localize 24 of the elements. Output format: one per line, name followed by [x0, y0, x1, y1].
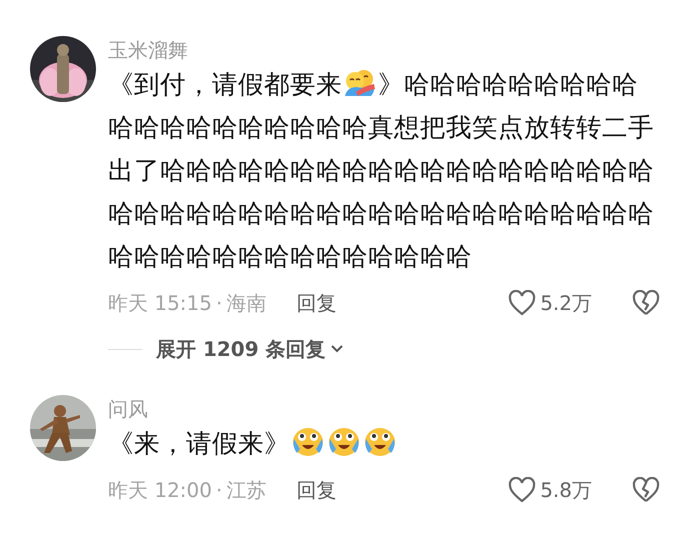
laughing-crying-emoji-icon: [290, 427, 326, 457]
like-count: 5.8万: [540, 477, 592, 504]
comment-timestamp: 昨天 15:15: [108, 290, 212, 317]
heart-icon[interactable]: [508, 477, 536, 503]
comment-location: 海南: [226, 290, 266, 317]
comment-text: 哈哈哈哈哈哈哈哈哈哈真想把我笑点放转转二手出了哈哈哈哈哈哈哈哈哈哈哈哈哈哈哈哈哈哈哈哈哈哈哈哈哈哈哈哈哈哈哈哈哈哈哈哈哈哈哈哈哈哈哈哈哈哈哈哈哈哈哈哈哈哈: [108, 113, 654, 272]
reply-button[interactable]: 回复: [296, 288, 336, 318]
heart-icon[interactable]: [508, 290, 536, 316]
reply-button[interactable]: 回复: [296, 475, 336, 505]
expand-replies-button[interactable]: 展开 1209 条回复: [156, 334, 344, 364]
like-count: 5.2万: [540, 290, 592, 317]
broken-heart-icon[interactable]: [632, 477, 660, 503]
comment-text: 《到付，请假都要来: [108, 70, 342, 100]
comment-location: 江苏: [226, 477, 266, 504]
laughing-crying-emoji-icon: [326, 427, 362, 457]
comment-text: 《来，请假来》: [108, 429, 290, 459]
comment-text: 》哈哈哈哈哈哈哈哈哈: [378, 70, 638, 100]
laughing-crying-emoji-icon: [362, 427, 398, 457]
chevron-down-icon: [330, 344, 344, 354]
comment-timestamp: 昨天 12:00: [108, 477, 212, 504]
separator-dot: ·: [216, 290, 222, 317]
hug-emoji-icon: [342, 68, 378, 98]
broken-heart-icon[interactable]: [632, 290, 660, 316]
separator-dot: ·: [216, 477, 222, 504]
